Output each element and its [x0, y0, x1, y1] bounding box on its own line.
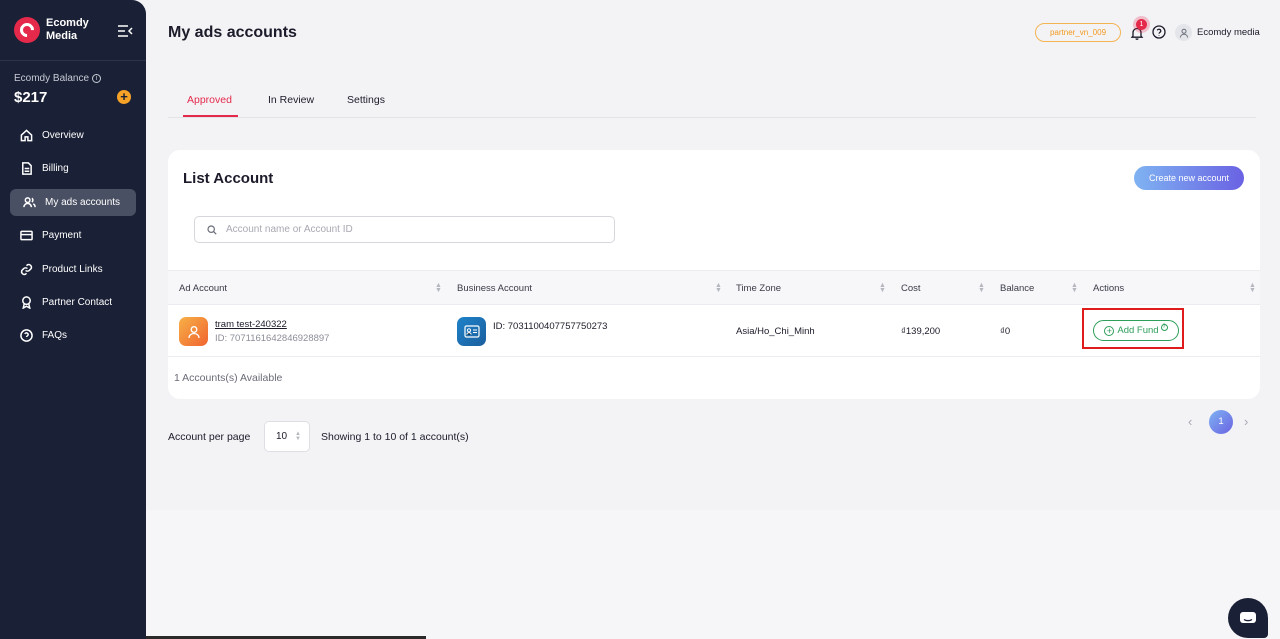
- balance-label: Ecomdy Balance i: [14, 73, 102, 84]
- tab-in-review[interactable]: In Review: [268, 94, 314, 106]
- prev-page-icon[interactable]: ‹: [1188, 414, 1192, 429]
- column-header-time-zone[interactable]: Time Zone: [736, 283, 781, 294]
- brand-name: Ecomdy Media: [46, 17, 89, 42]
- cost-value: ₫139,200: [901, 326, 941, 337]
- sidebar-item-label: FAQs: [42, 330, 68, 342]
- column-header-ad-account[interactable]: Ad Account: [179, 283, 227, 294]
- sidebar-item-partner-contact[interactable]: Partner Contact: [10, 289, 136, 316]
- sort-icon[interactable]: ▲ ▼: [879, 282, 886, 294]
- account-list-card: List Account Create new account Ad Accou…: [168, 150, 1260, 399]
- sidebar-item-label: Product Links: [42, 263, 103, 275]
- ad-account-avatar: [179, 317, 208, 346]
- sort-icon[interactable]: ▲ ▼: [978, 282, 985, 294]
- sidebar: Ecomdy Media Ecomdy Balance i $217 + Ove…: [0, 0, 146, 639]
- sidebar-item-overview[interactable]: Overview: [10, 122, 136, 149]
- id-card-icon: [463, 325, 480, 338]
- business-account-avatar: [457, 317, 486, 346]
- search-icon: [207, 224, 217, 235]
- active-tab-indicator: [183, 115, 238, 117]
- plus-circle-icon: +: [1104, 325, 1115, 336]
- page-title: My ads accounts: [168, 24, 297, 41]
- home-icon: [20, 129, 33, 142]
- document-icon: [20, 162, 33, 176]
- notification-badge: 1: [1136, 19, 1147, 30]
- sidebar-item-faqs[interactable]: FAQs: [10, 322, 136, 349]
- ad-account-name-link[interactable]: tram test-240322: [215, 319, 287, 330]
- tabs: Approved In Review Settings: [168, 82, 1256, 118]
- users-icon: [23, 196, 36, 209]
- sidebar-item-label: Overview: [42, 130, 84, 141]
- help-circle-icon: [20, 329, 33, 343]
- per-page-value: 10: [276, 431, 288, 442]
- sort-icon[interactable]: ▲ ▼: [715, 282, 722, 294]
- list-title: List Account: [183, 170, 274, 187]
- accounts-available: 1 Accounts(s) Available: [174, 372, 283, 384]
- sidebar-item-my-ads-accounts[interactable]: My ads accounts: [10, 188, 136, 216]
- next-page-icon[interactable]: ›: [1244, 414, 1248, 429]
- create-account-button[interactable]: Create new account: [1134, 166, 1244, 190]
- tab-approved[interactable]: Approved: [187, 94, 232, 106]
- sidebar-item-billing[interactable]: Billing: [10, 155, 136, 182]
- chat-button[interactable]: [1228, 598, 1268, 638]
- sort-icon[interactable]: ▲ ▼: [1249, 282, 1256, 294]
- column-header-business-account[interactable]: Business Account: [457, 283, 532, 294]
- add-fund-label: Add Fund: [1117, 325, 1159, 336]
- sidebar-item-label: My ads accounts: [45, 196, 121, 208]
- link-icon: [20, 263, 33, 276]
- time-zone-value: Asia/Ho_Chi_Minh: [736, 326, 815, 337]
- column-header-balance[interactable]: Balance: [1000, 283, 1034, 294]
- sidebar-item-product-links[interactable]: Product Links: [10, 256, 136, 283]
- sort-icon[interactable]: ▲ ▼: [1071, 282, 1078, 294]
- collapse-sidebar-icon[interactable]: [117, 24, 133, 38]
- brand[interactable]: Ecomdy Media: [14, 17, 96, 43]
- question-icon: ?: [1160, 324, 1168, 331]
- sidebar-nav: Overview Billing My ads accounts Payment…: [10, 122, 136, 356]
- help-icon[interactable]: [1152, 25, 1166, 39]
- avatar[interactable]: [1175, 24, 1192, 41]
- sort-icon[interactable]: ▲ ▼: [435, 282, 442, 294]
- current-page-button[interactable]: 1: [1209, 410, 1233, 434]
- page-background-band: [146, 510, 1280, 639]
- select-arrows-icon: ▲ ▼: [295, 431, 301, 442]
- award-icon: [20, 296, 33, 309]
- sidebar-item-payment[interactable]: Payment: [10, 222, 136, 249]
- balance-value: $217: [14, 89, 48, 106]
- card-icon: [20, 229, 33, 242]
- user-icon: [187, 325, 200, 338]
- partner-badge[interactable]: partner_vn_009: [1035, 23, 1121, 42]
- per-page-select[interactable]: 10 ▲ ▼: [264, 421, 310, 452]
- balance-value-cell: ₫0: [1000, 326, 1011, 337]
- column-header-cost[interactable]: Cost: [901, 283, 921, 294]
- add-fund-button[interactable]: + Add Fund ?: [1093, 320, 1179, 341]
- sidebar-item-label: Billing: [42, 163, 69, 175]
- user-name[interactable]: Ecomdy media: [1197, 27, 1260, 38]
- table-row: tram test-240322 ID: 7071161642846928897…: [168, 305, 1260, 357]
- sidebar-divider: [0, 60, 146, 61]
- info-icon[interactable]: i: [92, 74, 102, 83]
- search-box: [194, 216, 615, 243]
- table-header: Ad Account ▲ ▼ Business Account ▲ ▼ Time Z…: [168, 270, 1260, 305]
- add-balance-button[interactable]: +: [117, 90, 131, 104]
- sidebar-item-label: Payment: [42, 230, 82, 242]
- tab-settings[interactable]: Settings: [347, 94, 385, 106]
- per-page-label: Account per page: [168, 431, 251, 443]
- column-header-actions: Actions: [1093, 283, 1125, 294]
- brand-logo-icon: [14, 17, 40, 43]
- user-icon: [1179, 28, 1188, 38]
- chat-icon: [1240, 611, 1256, 623]
- ad-account-id: ID: 7071161642846928897: [215, 333, 330, 344]
- balance-label-text: Ecomdy Balance: [14, 73, 90, 84]
- sidebar-item-label: Partner Contact: [42, 296, 113, 308]
- search-input[interactable]: [226, 224, 606, 235]
- showing-text: Showing 1 to 10 of 1 account(s): [321, 431, 469, 443]
- business-account-id: ID: 7031100407757750273: [493, 321, 608, 332]
